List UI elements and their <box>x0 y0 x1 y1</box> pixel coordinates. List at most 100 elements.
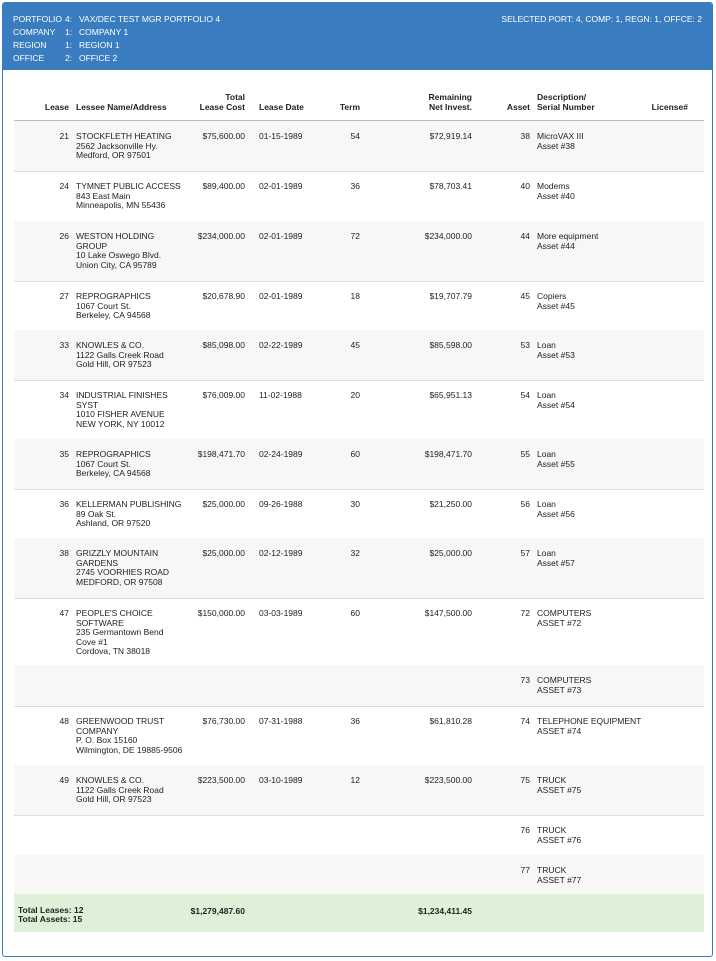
lessee-name-address: WESTON HOLDING GROUP 10 Lake Oswego Blvd. U… <box>76 231 201 270</box>
lessee-name-address-line: Berkeley, CA 94568 <box>76 468 151 478</box>
header-key: COMPANY <box>13 27 56 37</box>
lease-cost: $89,400.00 <box>202 181 245 191</box>
asset-description-line: Asset #53 <box>537 349 575 360</box>
asset-number: 40 <box>520 181 530 191</box>
table-row: 38 GRIZZLY MOUNTAIN GARDENS 2745 VOORHIES R… <box>14 538 704 599</box>
table-row: 21 STOCKFLETH HEATING 2562 Jacksonville Hy… <box>14 121 704 172</box>
header-num: 2: <box>65 53 73 63</box>
header-value: REGION 1 <box>79 40 120 50</box>
total-net-invest: $1,234,411.45 <box>418 906 472 916</box>
asset-number: 44 <box>520 231 530 241</box>
lease-number: 27 <box>59 291 69 301</box>
lessee-name-address: GREENWOOD TRUST COMPANY P. O. Box 15160 Wil… <box>76 716 201 755</box>
lease-date: 02-22-1989 <box>259 340 303 350</box>
lessee-name-address-line: Cordova, TN 38018 <box>76 646 151 656</box>
header-value: OFFICE 2 <box>79 53 118 63</box>
asset-number: 45 <box>520 291 530 301</box>
lease-date: 07-31-1988 <box>259 716 303 726</box>
lessee-name-address: KNOWLES & CO. 1122 Galls Creek Road Gold H… <box>76 775 201 805</box>
col-asset: Asset <box>506 102 530 112</box>
asset-number: 74 <box>520 716 530 726</box>
net-invest: $147,500.00 <box>424 608 472 618</box>
lease-term: 60 <box>350 608 360 618</box>
table-row: 24 TYMNET PUBLIC ACCESS 843 East Main Minne… <box>14 171 704 222</box>
asset-description-line: ASSET #76 <box>537 834 582 845</box>
asset-description: TRUCK ASSET #77 <box>537 865 697 885</box>
lease-number: 33 <box>59 340 69 350</box>
lease-term: 72 <box>350 231 360 241</box>
lease-number: 47 <box>59 608 69 618</box>
lease-cost: $223,500.00 <box>197 775 245 785</box>
lessee-name-address-line: Ashland, OR 97520 <box>76 518 151 528</box>
lease-number: 38 <box>59 548 69 558</box>
net-invest: $85,598.00 <box>429 340 472 350</box>
lease-cost: $85,098.00 <box>202 340 245 350</box>
lessee-name-address: GRIZZLY MOUNTAIN GARDENS 2745 VOORHIES ROA… <box>76 548 201 587</box>
lessee-name-address-line: MEDFORD, OR 97508 <box>76 576 163 587</box>
totals-counts: Total Leases: 12 Total Assets: 15 <box>18 906 84 924</box>
header-num: 4: <box>65 14 73 24</box>
lease-term: 36 <box>350 716 360 726</box>
lease-cost: $25,000.00 <box>202 548 245 558</box>
lease-cost: $75,600.00 <box>202 131 245 141</box>
lease-number: 49 <box>59 775 69 785</box>
lessee-name-address: STOCKFLETH HEATING 2562 Jacksonville Hy. M… <box>76 131 201 161</box>
asset-description-line: ASSET #72 <box>537 617 582 628</box>
col-term: Term <box>339 102 360 112</box>
lease-term: 20 <box>350 390 360 400</box>
lease-term: 36 <box>350 181 360 191</box>
net-invest: $19,707.79 <box>429 291 472 301</box>
asset-description-line: Asset #38 <box>537 140 575 151</box>
lessee-name-address-line: Berkeley, CA 94568 <box>76 310 151 320</box>
lease-cost: $150,000.00 <box>197 608 245 618</box>
header-num: 1: <box>65 40 73 50</box>
lease-number: 35 <box>59 449 69 459</box>
asset-description: Loan Asset #54 <box>537 390 697 410</box>
lease-term: 45 <box>350 340 360 350</box>
lease-term: 12 <box>350 775 360 785</box>
table-row: 33 KNOWLES & CO. 1122 Galls Creek Road Gold… <box>14 330 704 381</box>
table-row: 26 WESTON HOLDING GROUP 10 Lake Oswego Blvd… <box>14 221 704 282</box>
lease-term: 30 <box>350 499 360 509</box>
asset-description-line: Asset #55 <box>537 458 575 469</box>
lease-date: 11-02-1988 <box>259 390 302 400</box>
asset-number: 57 <box>520 548 530 558</box>
net-invest: $72,919.14 <box>429 131 472 141</box>
lease-cost: $20,678.90 <box>202 291 245 301</box>
lease-term: 54 <box>350 131 360 141</box>
col-lessee: Lessee Name/Address <box>76 102 167 112</box>
asset-number: 77 <box>520 865 530 875</box>
lessee-name-address: REPROGRAPHICS 1067 Court St. Berkeley, CA … <box>76 449 201 479</box>
table-row: 49 KNOWLES & CO. 1122 Galls Creek Road Gold… <box>14 765 704 816</box>
lessee-name-address-line: Gold Hill, OR 97523 <box>76 359 152 369</box>
table-row: 76 TRUCK ASSET #76 <box>14 815 704 856</box>
asset-description: Copiers Asset #45 <box>537 291 697 311</box>
lease-date: 03-03-1989 <box>259 608 303 618</box>
header-value: VAX/DEC TEST MGR PORTFOLIO 4 <box>79 14 221 24</box>
total-assets: Total Assets: 15 <box>18 914 83 924</box>
asset-description-line: Asset #45 <box>537 300 575 311</box>
totals-row: Total Leases: 12 Total Assets: 15 $1,279… <box>14 894 704 932</box>
asset-description: Loan Asset #55 <box>537 449 697 469</box>
lease-cost: $76,730.00 <box>202 716 245 726</box>
asset-description: COMPUTERS ASSET #73 <box>537 675 697 695</box>
lessee-name-address: REPROGRAPHICS 1067 Court St. Berkeley, CA … <box>76 291 201 321</box>
asset-description: More equipment Asset #44 <box>537 231 697 251</box>
lessee-name-address: PEOPLE'S CHOICE SOFTWARE 235 Germantown Be… <box>76 608 201 657</box>
asset-description-line: Asset #56 <box>537 508 575 519</box>
lease-cost: $198,471.70 <box>197 449 245 459</box>
lessee-name-address-line: Minneapolis, MN 55436 <box>76 200 166 210</box>
table-row: 35 REPROGRAPHICS 1067 Court St. Berkeley, C… <box>14 439 704 490</box>
asset-description: Loan Asset #56 <box>537 499 697 519</box>
selected-summary: SELECTED PORT: 4, COMP: 1, REGN: 1, OFFC… <box>501 14 702 24</box>
report-header: PORTFOLIO 4: VAX/DEC TEST MGR PORTFOLIO … <box>3 3 712 70</box>
asset-description-line: ASSET #73 <box>537 684 582 695</box>
asset-number: 53 <box>520 340 530 350</box>
asset-description: Loan Asset #53 <box>537 340 697 360</box>
table-row: 34 INDUSTRIAL FINISHES SYST 1010 FISHER AVE… <box>14 380 704 440</box>
lease-date: 02-01-1989 <box>259 291 303 301</box>
header-key: PORTFOLIO <box>13 14 62 24</box>
lease-cost: $234,000.00 <box>197 231 245 241</box>
asset-description-line: ASSET #75 <box>537 784 582 795</box>
lease-date: 09-26-1988 <box>259 499 303 509</box>
